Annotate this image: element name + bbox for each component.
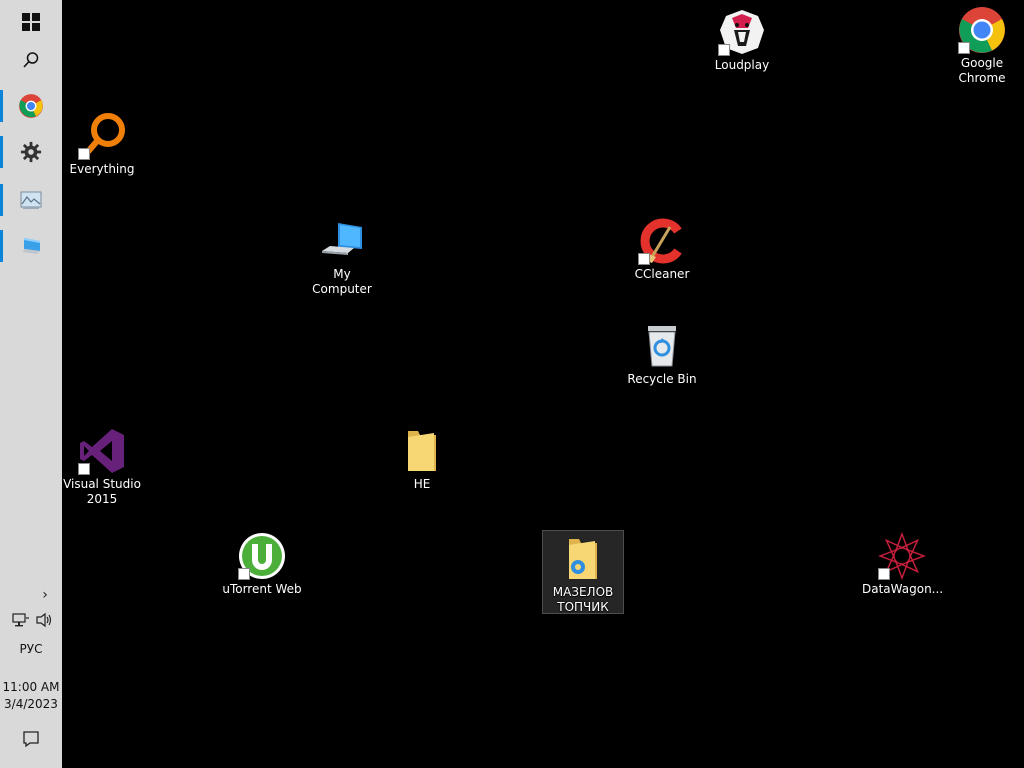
desktop-icon-google-chrome[interactable]: Google Chrome — [942, 6, 1022, 86]
taskbar-pictures-button[interactable] — [0, 178, 62, 222]
notification-icon — [23, 731, 39, 748]
shortcut-arrow-icon — [78, 148, 90, 160]
desktop-icon-label: My Computer — [312, 267, 372, 296]
clock-date: 3/4/2023 — [4, 697, 58, 711]
taskbar-remote-desktop-button[interactable] — [0, 224, 62, 268]
desktop-icon-label: Recycle Bin — [627, 372, 697, 386]
input-language-indicator[interactable]: РУС — [0, 641, 62, 657]
taskbar-settings-button[interactable] — [0, 130, 62, 174]
folder-icon — [569, 539, 597, 579]
chevron-right-icon: › — [42, 587, 48, 603]
desktop-icon-label: Loudplay — [714, 58, 770, 72]
gear-icon — [20, 141, 42, 163]
desktop-icon-recycle-bin[interactable]: Recycle Bin — [622, 322, 702, 387]
network-status-button[interactable] — [11, 611, 31, 629]
shortcut-arrow-icon — [718, 44, 730, 56]
taskbar-chrome-button[interactable] — [0, 84, 62, 128]
desktop-icon-datawagon[interactable]: DataWagon... — [862, 531, 944, 597]
show-hidden-icons-button[interactable]: › — [36, 586, 54, 604]
desktop-icon-label: МАЗЕЛОВ ТОПЧИК — [552, 585, 614, 614]
search-button[interactable] — [0, 38, 62, 82]
shortcut-arrow-icon — [958, 42, 970, 54]
desktop-icon-mazelov-topchik[interactable]: МАЗЕЛОВ ТОПЧИК — [542, 530, 624, 614]
desktop-icon-folder-ne[interactable]: НЕ — [382, 427, 462, 492]
folder-icon — [408, 431, 436, 471]
shortcut-arrow-icon — [878, 568, 890, 580]
desktop-icon-label: Everything — [69, 162, 135, 176]
clock-time: 11:00 AM — [2, 680, 60, 694]
recycle-bin-icon — [648, 326, 676, 367]
desktop-icon-label: Google Chrome — [958, 56, 1006, 85]
taskbar: › РУС 11:00 AM 3/4/2023 — [0, 0, 62, 768]
desktop-icon-ccleaner[interactable]: CCleaner — [622, 217, 702, 282]
desktop-icon-label: Visual Studio 2015 — [63, 477, 141, 506]
network-icon — [12, 613, 29, 627]
desktop-icon-utorrent-web[interactable]: uTorrent Web — [222, 532, 302, 597]
desktop-icon-label: CCleaner — [634, 267, 690, 281]
windows-logo-icon — [22, 13, 40, 31]
image-viewer-icon — [20, 191, 42, 209]
desktop-icon-label: НЕ — [413, 477, 431, 491]
shortcut-arrow-icon — [78, 463, 90, 475]
shortcut-arrow-icon — [638, 253, 650, 265]
volume-button[interactable] — [34, 611, 54, 629]
action-center-button[interactable] — [20, 729, 42, 749]
desktop-icon-visual-studio-2015[interactable]: Visual Studio 2015 — [62, 427, 142, 507]
desktop-icon-loudplay[interactable]: Loudplay — [702, 8, 782, 73]
desktop-icon-label: uTorrent Web — [222, 582, 302, 596]
shortcut-arrow-icon — [238, 568, 250, 580]
remote-desktop-icon — [22, 238, 40, 254]
chrome-icon — [19, 94, 43, 118]
speaker-icon — [36, 612, 52, 628]
desktop-icon-my-computer[interactable]: My Computer — [302, 217, 382, 297]
computer-icon — [322, 223, 362, 255]
desktop-icon-label: DataWagon... — [862, 582, 944, 596]
search-icon — [23, 52, 39, 68]
desktop-icon-everything[interactable]: Everything — [62, 112, 142, 177]
